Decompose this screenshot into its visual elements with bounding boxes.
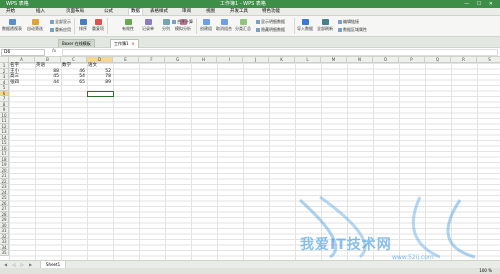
group-label: 创建组 <box>200 26 212 31</box>
sheet-nav-buttons[interactable]: ◀ ◁ ▷ ▶ <box>4 261 34 268</box>
pivot-table-button[interactable]: 数据透视表 <box>2 19 22 32</box>
status-bar: 100 % <box>0 268 500 274</box>
show-detail-icon <box>256 20 260 24</box>
cell-d4[interactable]: 89 <box>87 80 111 86</box>
tab-label: Boxer 在线模板 <box>62 41 91 46</box>
refresh-icon <box>321 19 329 25</box>
pivot-table-label: 数据透视表 <box>2 26 22 31</box>
menu-insert[interactable]: 插入 <box>36 8 45 15</box>
range-properties-button[interactable]: 数据区域属性 <box>338 27 367 33</box>
data-form-label: 记录单 <box>142 26 154 31</box>
group-icon <box>202 19 210 25</box>
ribbon-separator <box>196 18 197 34</box>
consolidate-icon <box>172 20 176 24</box>
menu-table-style[interactable]: 表格样式 <box>150 8 168 15</box>
auto-filter-label: 自动筛选 <box>27 26 43 31</box>
zoom-level[interactable]: 100 % <box>479 268 492 274</box>
reapply-icon <box>50 28 54 32</box>
ribbon-separator <box>294 18 295 34</box>
consolidate-label: 合并计算 <box>177 19 193 24</box>
tab-online-templates[interactable]: Boxer 在线模板 <box>58 39 95 48</box>
validation-button[interactable]: 有效性 <box>120 19 136 32</box>
app-name[interactable]: WPS 表格 <box>6 0 29 8</box>
sheet-bar: ◀ ◁ ▷ ▶ Sheet1 <box>0 260 500 268</box>
subtotal-label: 分类汇总 <box>235 26 251 31</box>
title-bar: WPS 表格 工作簿1 - WPS 表格 — ☐ ✕ <box>0 0 500 8</box>
text-to-columns-label: 分列 <box>162 26 170 31</box>
cell-c4[interactable]: 65 <box>61 80 85 86</box>
menu-page-layout[interactable]: 页面布局 <box>66 8 84 15</box>
show-detail-label: 显示明细数据 <box>261 19 285 24</box>
menu-view[interactable]: 视图 <box>206 8 215 15</box>
filter-icon <box>31 19 39 25</box>
sort-icon <box>79 19 87 25</box>
form-icon <box>144 19 152 25</box>
selected-cell-d6[interactable] <box>87 90 114 97</box>
fx-icon[interactable]: fx <box>52 48 56 56</box>
subtotal-icon <box>239 19 247 25</box>
tab-label: 工作簿1 <box>114 41 129 46</box>
ungroup-button[interactable]: 取消组合 <box>216 19 232 32</box>
sheet-tab[interactable]: Sheet1 <box>40 261 67 268</box>
edit-links-icon <box>338 20 342 24</box>
refresh-all-button[interactable]: 全部刷新 <box>316 19 334 32</box>
duplicates-button[interactable]: 重复项 <box>91 19 105 32</box>
validation-icon <box>124 19 132 25</box>
show-all-icon <box>50 20 54 24</box>
row-header-35[interactable]: 35 <box>0 250 9 256</box>
edit-links-label: 编辑链接 <box>343 19 359 24</box>
show-detail-button[interactable]: 显示明细数据 <box>256 19 285 25</box>
range-properties-label: 数据区域属性 <box>343 27 367 32</box>
text-to-columns-button[interactable]: 分列 <box>160 19 172 32</box>
what-if-label: 模拟分析 <box>175 26 191 31</box>
data-form-button[interactable]: 记录单 <box>140 19 156 32</box>
auto-filter-button[interactable]: 自动筛选 <box>26 19 44 32</box>
reapply-label: 重新应用 <box>55 27 71 32</box>
menu-home[interactable]: 开始 <box>6 8 15 15</box>
document-title: 工作簿1 - WPS 表格 <box>220 1 266 7</box>
menu-review[interactable]: 审阅 <box>182 8 191 15</box>
menu-data[interactable]: 数据 <box>128 8 143 15</box>
formula-bar: D6 fx <box>0 48 500 57</box>
ribbon-separator <box>107 18 108 34</box>
ribbon-separator <box>74 18 75 34</box>
tab-workbook[interactable]: 工作簿1 × <box>110 39 139 48</box>
close-icon[interactable]: × <box>132 41 135 46</box>
hide-detail-button[interactable]: 隐藏明细数据 <box>256 27 285 33</box>
range-properties-icon <box>338 28 342 32</box>
reapply-button[interactable]: 重新应用 <box>50 27 71 33</box>
validation-label: 有效性 <box>122 26 134 31</box>
cell-b4[interactable]: 44 <box>35 80 59 86</box>
import-data-label: 导入数据 <box>297 26 313 31</box>
import-icon <box>301 19 309 25</box>
hide-detail-label: 隐藏明细数据 <box>261 27 285 32</box>
pivot-table-icon <box>8 19 16 25</box>
menu-developer[interactable]: 开发工具 <box>230 8 248 15</box>
ungroup-label: 取消组合 <box>216 26 232 31</box>
show-all-label: 全部显示 <box>55 19 71 24</box>
duplicates-label: 重复项 <box>92 26 104 31</box>
duplicates-icon <box>94 19 102 25</box>
name-box[interactable]: D6 <box>1 49 45 56</box>
cell-a4[interactable]: 张四 <box>10 80 19 86</box>
ungroup-icon <box>220 19 228 25</box>
menu-bar: 开始 插入 页面布局 公式 数据 表格样式 审阅 视图 开发工具 特色功能 <box>0 8 500 16</box>
show-all-button[interactable]: 全部显示 <box>50 19 71 25</box>
document-tabs: Boxer 在线模板 工作簿1 × <box>0 37 500 48</box>
window-controls[interactable]: — ☐ ✕ <box>464 0 496 8</box>
sort-label: 排序 <box>79 26 87 31</box>
menu-special[interactable]: 特色功能 <box>262 8 280 15</box>
group-button[interactable]: 创建组 <box>198 19 214 32</box>
hide-detail-icon <box>256 28 260 32</box>
subtotal-button[interactable]: 分类汇总 <box>234 19 252 32</box>
sort-button[interactable]: 排序 <box>76 19 90 32</box>
consolidate-button[interactable]: 合并计算 <box>172 19 193 25</box>
refresh-all-label: 全部刷新 <box>317 26 333 31</box>
watermark-text: 我爱IT技术网 <box>300 237 392 253</box>
edit-links-button[interactable]: 编辑链接 <box>338 19 359 25</box>
menu-formulas[interactable]: 公式 <box>104 8 113 15</box>
columns-icon <box>162 19 170 25</box>
formula-input[interactable] <box>62 49 498 56</box>
import-data-button[interactable]: 导入数据 <box>296 19 314 32</box>
